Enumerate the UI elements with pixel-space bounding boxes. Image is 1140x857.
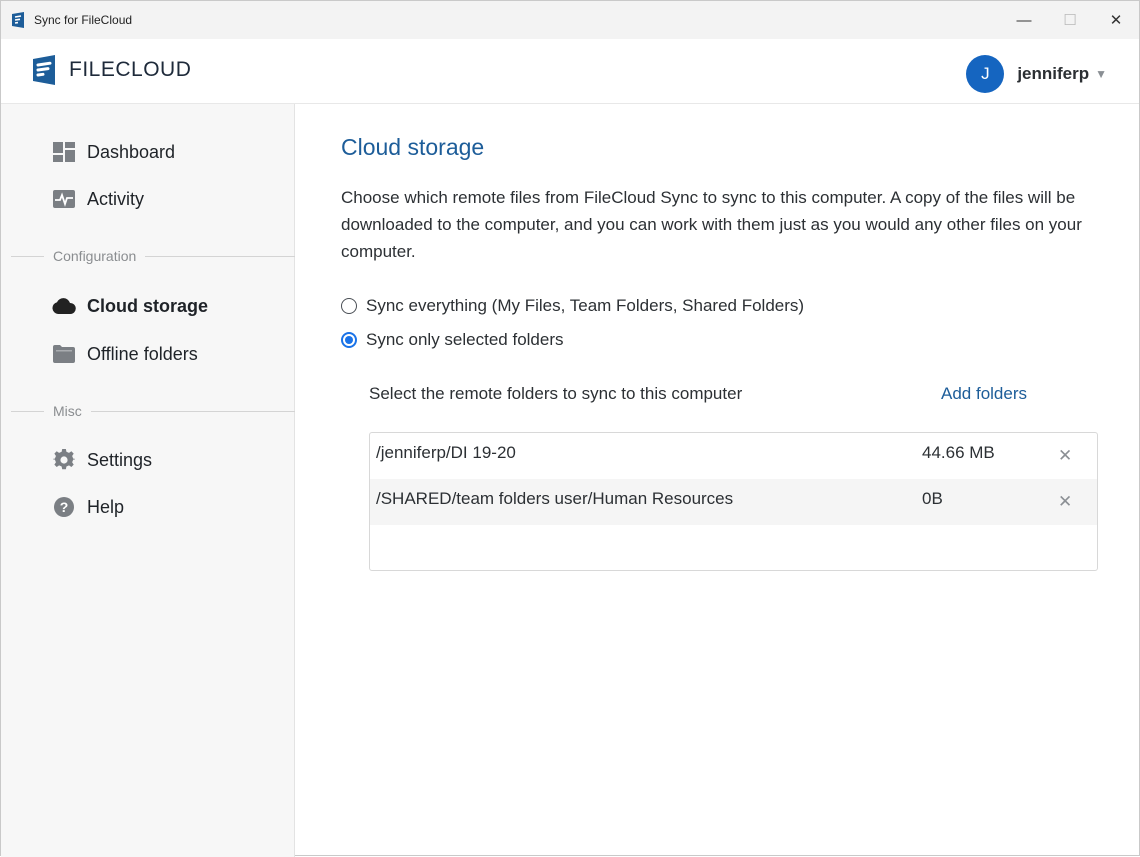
main-content: Cloud storage Choose which remote files … <box>296 104 1140 857</box>
sync-selected-radio[interactable] <box>341 332 357 348</box>
filecloud-app-icon <box>11 12 25 28</box>
activity-icon <box>52 188 76 210</box>
folder-path: /SHARED/team folders user/Human Resource… <box>376 489 734 508</box>
minimize-icon: — <box>1016 11 1032 29</box>
filecloud-logo-icon <box>33 55 55 85</box>
remove-folder-icon[interactable]: ✕ <box>1058 492 1072 512</box>
radio-label: Sync only selected folders <box>366 330 564 349</box>
folder-size: 44.66 MB <box>922 443 995 462</box>
sidebar: Dashboard Activity Configuration Cloud s… <box>1 104 295 857</box>
radio-label: Sync everything (My Files, Team Folders,… <box>366 296 805 315</box>
svg-text:?: ? <box>60 499 69 515</box>
folder-path: /jenniferp/DI 19-20 <box>376 443 516 462</box>
maximize-icon: ☐ <box>1063 12 1077 29</box>
sidebar-item-dashboard[interactable]: Dashboard <box>52 139 175 165</box>
section-configuration: Configuration <box>11 246 295 266</box>
section-label: Misc <box>53 403 82 419</box>
description-text: Choose which remote files from FileCloud… <box>341 188 1082 261</box>
sidebar-item-help[interactable]: ? Help <box>52 494 124 520</box>
sidebar-item-label: Activity <box>87 188 145 209</box>
remove-folder-icon[interactable]: ✕ <box>1058 446 1072 466</box>
sync-selected-option[interactable]: Sync only selected folders <box>341 330 564 350</box>
close-window-button[interactable]: ✕ <box>1093 1 1139 39</box>
avatar: J <box>966 55 1005 93</box>
sync-everything-option[interactable]: Sync everything (My Files, Team Folders,… <box>341 296 804 316</box>
section-label: Configuration <box>53 248 137 264</box>
folder-icon <box>52 343 76 365</box>
sidebar-item-label: Offline folders <box>87 343 198 364</box>
close-icon: ✕ <box>1109 12 1123 29</box>
list-item: /jenniferp/DI 19-20 44.66 MB ✕ <box>370 433 1097 479</box>
maximize-button[interactable]: ☐ <box>1047 1 1093 39</box>
sidebar-item-label: Cloud storage <box>87 295 209 316</box>
sidebar-item-label: Help <box>87 496 125 517</box>
dashboard-icon <box>52 141 76 163</box>
filecloud-logo: FILECLOUD <box>31 55 191 85</box>
help-icon: ? <box>52 496 76 518</box>
title-bar: Sync for FileCloud — ☐ ✕ <box>1 1 1139 39</box>
window-title: Sync for FileCloud <box>34 13 133 27</box>
sidebar-item-offline-folders[interactable]: Offline folders <box>52 341 198 367</box>
sidebar-item-label: Settings <box>87 449 153 470</box>
cloud-icon <box>52 295 76 317</box>
sidebar-item-settings[interactable]: Settings <box>52 447 152 473</box>
add-folders-link[interactable]: Add folders <box>941 384 1027 404</box>
username: jenniferp <box>1017 64 1090 83</box>
minimize-button[interactable]: — <box>1001 1 1047 39</box>
list-item: /SHARED/team folders user/Human Resource… <box>370 479 1097 525</box>
sidebar-item-activity[interactable]: Activity <box>52 186 144 212</box>
app-header: FILECLOUD J jenniferp ▼ <box>1 39 1139 104</box>
page-title: Cloud storage <box>341 134 485 160</box>
caret-down-icon: ▼ <box>1095 67 1107 81</box>
window-controls: — ☐ ✕ <box>1001 1 1139 39</box>
user-menu[interactable]: J jenniferp ▼ <box>966 55 1107 93</box>
gear-icon <box>52 449 76 471</box>
sidebar-item-label: Dashboard <box>87 141 176 162</box>
sidebar-item-cloud-storage[interactable]: Cloud storage <box>52 293 208 319</box>
select-folders-label: Select the remote folders to sync to thi… <box>369 384 743 403</box>
selected-folders-list: /jenniferp/DI 19-20 44.66 MB ✕ /SHARED/t… <box>369 432 1098 571</box>
logo-text: FILECLOUD <box>69 58 192 81</box>
folder-size: 0B <box>922 489 943 508</box>
app-window: Sync for FileCloud — ☐ ✕ FILECLOUD J jen… <box>0 0 1140 857</box>
sync-everything-radio[interactable] <box>341 298 357 314</box>
section-misc: Misc <box>11 401 295 421</box>
